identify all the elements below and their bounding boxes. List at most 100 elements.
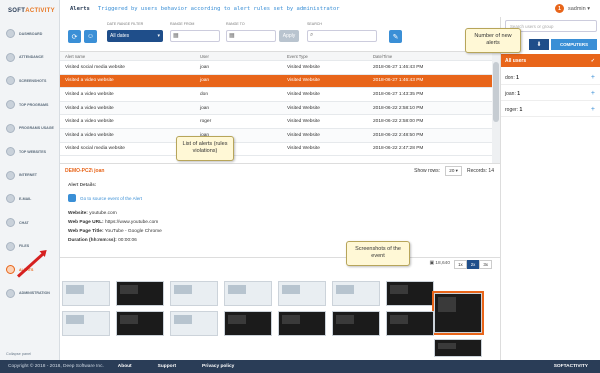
calendar-icon: ▦ — [173, 33, 179, 39]
screenshot-thumb[interactable] — [224, 311, 272, 336]
user-name: joan: — [505, 90, 516, 97]
screenshot-thumb[interactable] — [224, 281, 272, 306]
screenshot-thumb[interactable] — [170, 281, 218, 306]
app-logo[interactable]: SOFT ACTIVITY — [0, 0, 59, 22]
sidebar-item-administration[interactable]: ADMINISTRATION — [0, 282, 59, 306]
table-row[interactable]: Visited a video websitejoanVisited Websi… — [60, 128, 500, 143]
plus-icon[interactable]: + — [591, 74, 595, 81]
screenshot-thumb[interactable] — [62, 281, 110, 306]
cell-user: joan — [200, 105, 210, 111]
duration-value: 00:00:06 — [118, 238, 137, 243]
download-icon: ⬇ — [536, 42, 542, 48]
website-label: Website: — [68, 211, 88, 216]
sidebar-item-programs-usage[interactable]: PROGRAMS USAGE — [0, 116, 59, 140]
alert-details: Alert Details: Go to source event of the… — [60, 179, 500, 257]
screenshot-thumb[interactable] — [116, 311, 164, 336]
screenshot-thumb[interactable] — [434, 339, 482, 357]
screenshot-thumb-selected[interactable] — [432, 291, 484, 335]
source-event-link[interactable]: Go to source event of the Alert — [68, 194, 142, 202]
alert-count-badge[interactable]: 1 — [554, 4, 564, 13]
table-header: Alert name User Event Type Date/Time — [60, 52, 500, 61]
alert-settings-button[interactable]: ✎ — [389, 30, 402, 43]
zoom-3x[interactable]: 3x — [479, 260, 492, 269]
table-row[interactable]: Visited a video website roger Visited Webs… — [60, 115, 500, 129]
alert-icon — [6, 265, 15, 275]
user-menu[interactable]: 1 sadmin ▾ — [554, 4, 590, 13]
screenshot-thumb[interactable] — [62, 311, 110, 336]
computers-button[interactable]: COMPUTERS — [551, 39, 597, 50]
screenshot-thumb[interactable] — [170, 311, 218, 336]
sidebar-item-label: E-MAIL — [19, 196, 32, 201]
table-row[interactable]: Visited a video websitejoanVisited Websi… — [60, 101, 500, 116]
camera-icon — [6, 76, 15, 86]
sidebar-item-screenshots[interactable]: SCREENSHOTS — [0, 69, 59, 93]
sidebar-item-files[interactable]: FILES — [0, 234, 59, 258]
collapse-panel-button[interactable]: Collapse panel — [6, 352, 31, 356]
table-row[interactable]: Visited social media websitejoanVisited … — [60, 143, 500, 157]
search-input[interactable]: ⌕ — [307, 30, 377, 42]
filter-bar: ⟳ ☺ DATE RANGE FILTER All dates ▾ RANGE F… — [60, 17, 500, 49]
users-icon: ☺ — [86, 33, 95, 40]
plus-icon[interactable]: + — [591, 90, 595, 97]
cell-event-type: Visited Website — [287, 105, 320, 111]
table-scrollbar[interactable] — [492, 52, 500, 163]
sidebar-item-top-websites[interactable]: TOP WEBSITES — [0, 140, 59, 164]
users-filter-button[interactable]: ☺ — [84, 30, 97, 43]
records-count: Records: 14 — [467, 167, 494, 174]
table-row[interactable]: Visited a video websitejoanVisited Websi… — [60, 74, 500, 89]
zoom-2x[interactable]: 2x — [466, 260, 480, 269]
download-button[interactable]: ⬇ — [529, 39, 549, 50]
sidebar-item-internet[interactable]: INTERNET — [0, 164, 59, 188]
col-alert-name[interactable]: Alert name — [60, 54, 195, 59]
privacy-link[interactable]: Privacy policy — [202, 364, 234, 369]
table-row[interactable]: Visited a video website don Visited Websit… — [60, 88, 500, 102]
scrollbar-thumb[interactable] — [493, 62, 499, 122]
sidebar-item-label: CHAT — [19, 220, 29, 225]
user-item-don[interactable]: don: 1 + — [501, 71, 600, 85]
range-from-input[interactable]: ▦ — [170, 30, 220, 42]
about-link[interactable]: About — [118, 364, 132, 369]
sidebar-item-chat[interactable]: CHAT — [0, 211, 59, 235]
show-rows-value: 20 — [449, 167, 455, 173]
apply-button[interactable]: Apply — [279, 30, 299, 42]
all-users-item[interactable]: All users ✓ — [501, 54, 600, 67]
col-event-type[interactable]: Event Type — [282, 54, 368, 59]
page-title-field: Web Page Title: YouTube - Google Chrome — [68, 229, 162, 234]
screenshot-thumb[interactable] — [332, 311, 380, 336]
screenshot-thumb[interactable] — [278, 311, 326, 336]
table-row[interactable]: Visited social media websitejoanVisited … — [60, 61, 500, 75]
support-link[interactable]: Support — [158, 364, 176, 369]
col-date-time[interactable]: Date/Time — [368, 54, 488, 59]
duration-field: Duration (hh:mm:ss): 00:00:06 — [68, 238, 137, 243]
url-value[interactable]: https://www.youtube.com — [105, 220, 158, 225]
screenshot-thumb[interactable] — [386, 311, 434, 336]
screenshot-thumb[interactable] — [386, 281, 434, 306]
users-panel: Search users or group ⬇ COMPUTERS All us… — [500, 17, 600, 360]
sidebar-item-top-programs[interactable]: TOP PROGRAMS — [0, 93, 59, 117]
date-range-select[interactable]: All dates ▾ — [107, 30, 163, 42]
screenshot-thumb[interactable] — [116, 281, 164, 306]
cell-event-type: Visited Website — [287, 78, 320, 84]
screenshot-thumb[interactable] — [278, 281, 326, 306]
user-item-roger[interactable]: roger: 1 + — [501, 103, 600, 117]
user-item-joan[interactable]: joan: 1 + — [501, 87, 600, 101]
plus-icon[interactable]: + — [591, 106, 595, 113]
callout-new-alerts: Number of new alerts — [465, 28, 521, 53]
cell-event-type: Visited Website — [287, 119, 320, 125]
screenshot-thumb[interactable] — [332, 281, 380, 306]
page-title-label: Web Page Title: — [68, 229, 104, 234]
sidebar-item-alerts[interactable]: ALERTS — [0, 258, 59, 282]
gear-icon — [6, 288, 15, 298]
col-user[interactable]: User — [195, 54, 282, 59]
range-to-input[interactable]: ▦ — [226, 30, 276, 42]
refresh-button[interactable]: ⟳ — [68, 30, 81, 43]
sidebar-item-attendance[interactable]: ATTENDANCE — [0, 46, 59, 70]
copyright: Copyright © 2018 - 2018, Deep Software I… — [8, 364, 104, 369]
selected-computer: DEMO-PC2\ joan — [65, 167, 105, 174]
cell-event-type: Visited Website — [287, 64, 320, 70]
zoom-1x[interactable]: 1x — [454, 260, 467, 269]
cell-alert-name: Visited a video website — [65, 78, 114, 84]
sidebar-item-email[interactable]: E-MAIL — [0, 187, 59, 211]
sidebar-item-dashboard[interactable]: DASHBOARD — [0, 22, 59, 46]
show-rows-select[interactable]: 20 ▾ — [445, 165, 462, 176]
